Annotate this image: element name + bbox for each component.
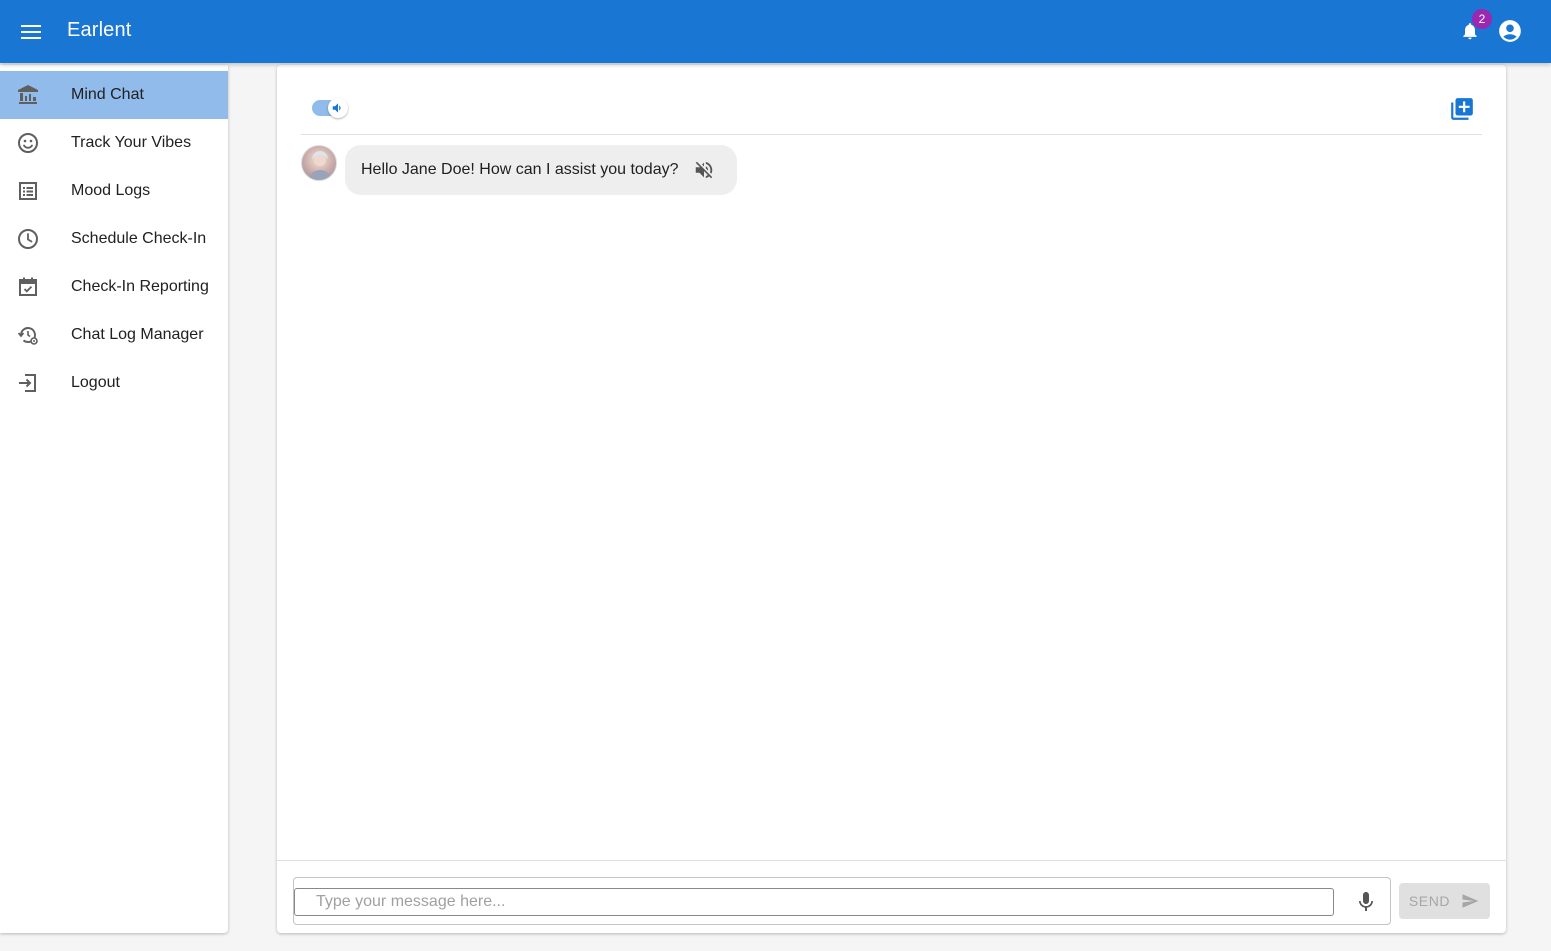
- sidebar-item-track-your-vibes[interactable]: Track Your Vibes: [0, 119, 228, 167]
- message-input-wrapper: [293, 877, 1391, 925]
- assistant-avatar: [301, 145, 337, 181]
- sidebar-item-label: Logout: [71, 374, 120, 391]
- history-settings-icon: [17, 327, 38, 345]
- chat-panel: Hello Jane Doe! How can I assist you tod…: [277, 65, 1506, 933]
- account-circle-icon: [1499, 20, 1521, 42]
- sidebar-item-label: Check-In Reporting: [71, 278, 209, 295]
- sidebar-item-label: Mind Chat: [71, 86, 144, 103]
- new-chat-button[interactable]: [1449, 96, 1475, 122]
- add-box-icon: [1451, 98, 1473, 120]
- sidebar-item-label: Schedule Check-In: [71, 230, 207, 247]
- menu-button[interactable]: [16, 17, 46, 47]
- sidebar-item-label: Track Your Vibes: [71, 134, 192, 151]
- sidebar-nav-list: Mind Chat Track Your Vibes Mood Logs Sch…: [0, 71, 228, 407]
- sidebar-item-mood-logs[interactable]: Mood Logs: [0, 167, 228, 215]
- message-input[interactable]: [294, 888, 1334, 916]
- microphone-icon: [1359, 892, 1373, 911]
- message-bubble: Hello Jane Doe! How can I assist you tod…: [345, 145, 737, 195]
- clock-icon: [18, 229, 38, 249]
- list-icon: [19, 182, 37, 200]
- app-bar: Earlent 2: [0, 0, 1551, 63]
- volume-off-icon: [695, 161, 712, 179]
- logout-icon: [19, 374, 36, 392]
- send-button-label: SEND: [1408, 893, 1451, 909]
- account-button[interactable]: [1497, 18, 1523, 44]
- toggle-thumb: [328, 98, 348, 118]
- sidebar-item-label: Chat Log Manager: [71, 326, 204, 343]
- mute-message-button[interactable]: [693, 159, 715, 181]
- sidebar-item-schedule-check-in[interactable]: Schedule Check-In: [0, 215, 228, 263]
- smiley-icon: [18, 133, 38, 153]
- hamburger-icon: [21, 25, 41, 39]
- sidebar: Mind Chat Track Your Vibes Mood Logs Sch…: [0, 65, 228, 933]
- microphone-button[interactable]: [1354, 890, 1378, 914]
- audio-toggle[interactable]: [312, 98, 348, 118]
- sidebar-item-check-in-reporting[interactable]: Check-In Reporting: [0, 263, 228, 311]
- send-icon: [1462, 894, 1479, 908]
- calendar-check-icon: [19, 277, 37, 296]
- sidebar-item-logout[interactable]: Logout: [0, 359, 228, 407]
- sidebar-item-chat-log-manager[interactable]: Chat Log Manager: [0, 311, 228, 359]
- send-button[interactable]: SEND: [1399, 883, 1490, 919]
- message-row: Hello Jane Doe! How can I assist you tod…: [301, 145, 737, 195]
- chat-header: [301, 85, 1482, 135]
- sidebar-item-label: Mood Logs: [71, 182, 151, 199]
- notification-badge: 2: [1472, 9, 1492, 29]
- message-composer: SEND: [277, 860, 1506, 933]
- sidebar-item-mind-chat[interactable]: Mind Chat: [0, 71, 228, 119]
- message-text: Hello Jane Doe! How can I assist you tod…: [361, 161, 679, 178]
- speaker-icon: [332, 103, 341, 113]
- app-title: Earlent: [67, 19, 132, 41]
- avatar-portrait: [308, 151, 332, 180]
- chart-columns-icon: [18, 85, 38, 104]
